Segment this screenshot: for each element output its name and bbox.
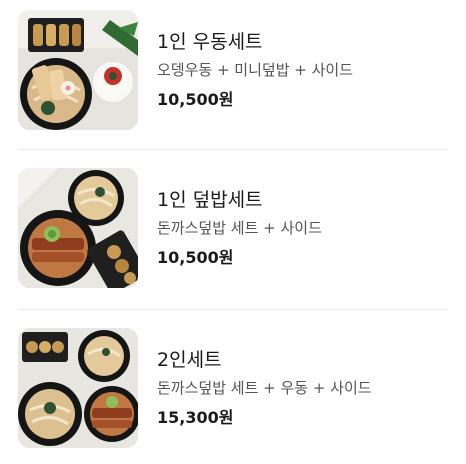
menu-item-description: 돈까스덮밥 세트 + 우동 + 사이드 (157, 379, 372, 397)
menu-item-description: 돈까스덮밥 세트 + 사이드 (157, 219, 322, 237)
menu-item-price: 10,500원 (157, 248, 234, 267)
menu-item-image (18, 168, 138, 288)
menu-item-two-person-set[interactable]: 2인세트 돈까스덮밥 세트 + 우동 + 사이드 15,300원 (0, 318, 466, 450)
menu-item-price: 10,500원 (157, 90, 234, 109)
menu-item-title: 1인 덮밥세트 (157, 189, 263, 211)
menu-item-description: 오뎅우동 + 미니덮밥 + 사이드 (157, 61, 354, 79)
divider (18, 149, 448, 150)
menu-item-udon-set[interactable]: 1인 우동세트 오뎅우동 + 미니덮밥 + 사이드 10,500원 (0, 0, 466, 132)
menu-item-image (18, 10, 138, 130)
menu-item-title: 2인세트 (157, 349, 222, 371)
menu-item-donburi-set[interactable]: 1인 덮밥세트 돈까스덮밥 세트 + 사이드 10,500원 (0, 158, 466, 290)
udon-set-photo (18, 10, 138, 130)
donburi-set-photo (18, 168, 138, 288)
menu-item-image (18, 328, 138, 448)
menu-item-title: 1인 우동세트 (157, 31, 263, 53)
divider (18, 309, 448, 310)
menu-item-price: 15,300원 (157, 408, 234, 427)
two-person-set-photo (18, 328, 138, 448)
